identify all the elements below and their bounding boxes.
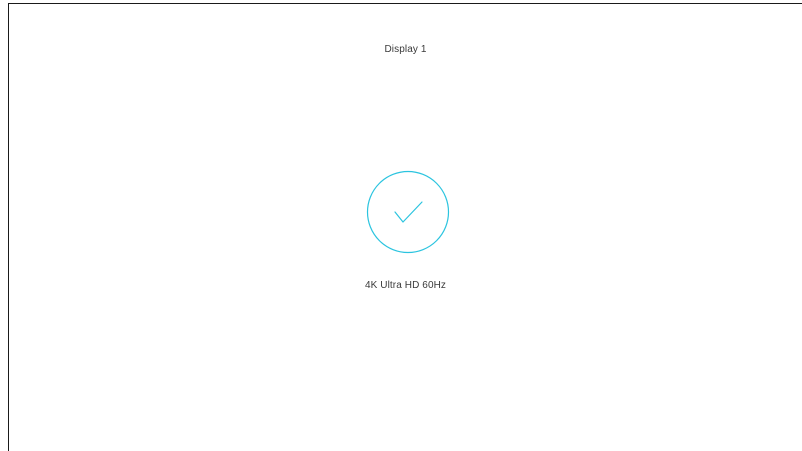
resolution-label: 4K Ultra HD 60Hz xyxy=(364,280,447,291)
display-test-panel: Display 1 4K Ultra HD 60Hz xyxy=(8,3,802,451)
checkmark-circle-icon xyxy=(366,170,450,254)
display-title: Display 1 xyxy=(384,44,427,55)
